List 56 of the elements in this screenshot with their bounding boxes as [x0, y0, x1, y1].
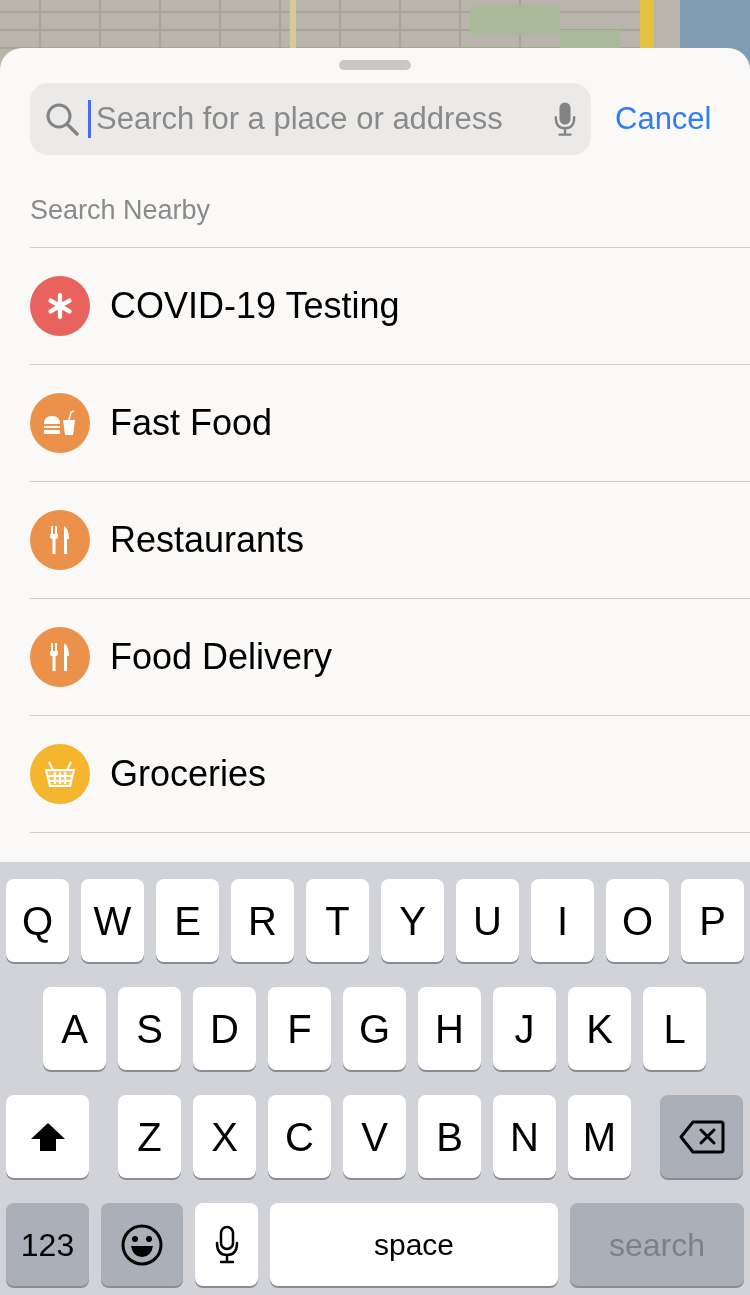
keyboard-key[interactable]: C: [268, 1095, 331, 1178]
asterisk-icon: [47, 293, 73, 319]
fork-knife-icon: [49, 642, 71, 672]
basket-icon: [44, 760, 76, 788]
category-row[interactable]: Groceries: [30, 716, 750, 833]
emoji-key[interactable]: [101, 1203, 183, 1286]
category-label: COVID-19 Testing: [110, 284, 400, 328]
keyboard-key[interactable]: L: [643, 987, 706, 1070]
keyboard-key[interactable]: Y: [381, 879, 444, 962]
delete-key[interactable]: [660, 1095, 743, 1178]
keyboard-key[interactable]: M: [568, 1095, 631, 1178]
keyboard-key[interactable]: G: [343, 987, 406, 1070]
keyboard-key[interactable]: X: [193, 1095, 256, 1178]
cancel-button[interactable]: Cancel: [615, 95, 712, 143]
fork-knife-icon: [49, 525, 71, 555]
keyboard-key[interactable]: E: [156, 879, 219, 962]
keyboard-key[interactable]: J: [493, 987, 556, 1070]
category-row[interactable]: Restaurants: [30, 482, 750, 599]
keyboard-key[interactable]: T: [306, 879, 369, 962]
search-bar[interactable]: Search for a place or address: [30, 83, 591, 155]
keyboard-key[interactable]: N: [493, 1095, 556, 1178]
category-label: Fast Food: [110, 401, 273, 445]
keyboard-key[interactable]: P: [681, 879, 744, 962]
section-title: Search Nearby: [30, 194, 212, 227]
category-label: Food Delivery: [110, 635, 333, 679]
keyboard-key[interactable]: U: [456, 879, 519, 962]
keyboard-key[interactable]: Z: [118, 1095, 181, 1178]
search-icon: [44, 101, 80, 137]
search-field[interactable]: Search for a place or address: [96, 95, 545, 143]
dictation-key[interactable]: [195, 1203, 258, 1286]
keyboard-key[interactable]: F: [268, 987, 331, 1070]
emoji-icon: [121, 1223, 163, 1266]
category-label: Groceries: [110, 752, 267, 796]
keyboard-key[interactable]: K: [568, 987, 631, 1070]
keyboard-key[interactable]: V: [343, 1095, 406, 1178]
category-row[interactable]: COVID-19 Testing: [30, 248, 750, 365]
backspace-icon: [678, 1119, 725, 1154]
keyboard-key[interactable]: Q: [6, 879, 69, 962]
keyboard-key[interactable]: O: [606, 879, 669, 962]
keyboard-key[interactable]: I: [531, 879, 594, 962]
category-row[interactable]: Fast Food: [30, 365, 750, 482]
category-label: Restaurants: [110, 518, 305, 562]
category-row[interactable]: Food Delivery: [30, 599, 750, 716]
keyboard-key[interactable]: S: [118, 987, 181, 1070]
keyboard-key[interactable]: A: [43, 987, 106, 1070]
keyboard-key[interactable]: R: [231, 879, 294, 962]
keyboard-key[interactable]: D: [193, 987, 256, 1070]
keyboard-key[interactable]: H: [418, 987, 481, 1070]
burger-drink-icon: [42, 410, 78, 436]
microphone-icon: [553, 100, 577, 138]
microphone-icon: [213, 1224, 240, 1265]
keyboard-key[interactable]: W: [81, 879, 144, 962]
keyboard-key[interactable]: B: [418, 1095, 481, 1178]
numbers-key[interactable]: 123: [6, 1203, 89, 1286]
shift-key[interactable]: [6, 1095, 89, 1178]
space-key[interactable]: space: [270, 1203, 558, 1286]
